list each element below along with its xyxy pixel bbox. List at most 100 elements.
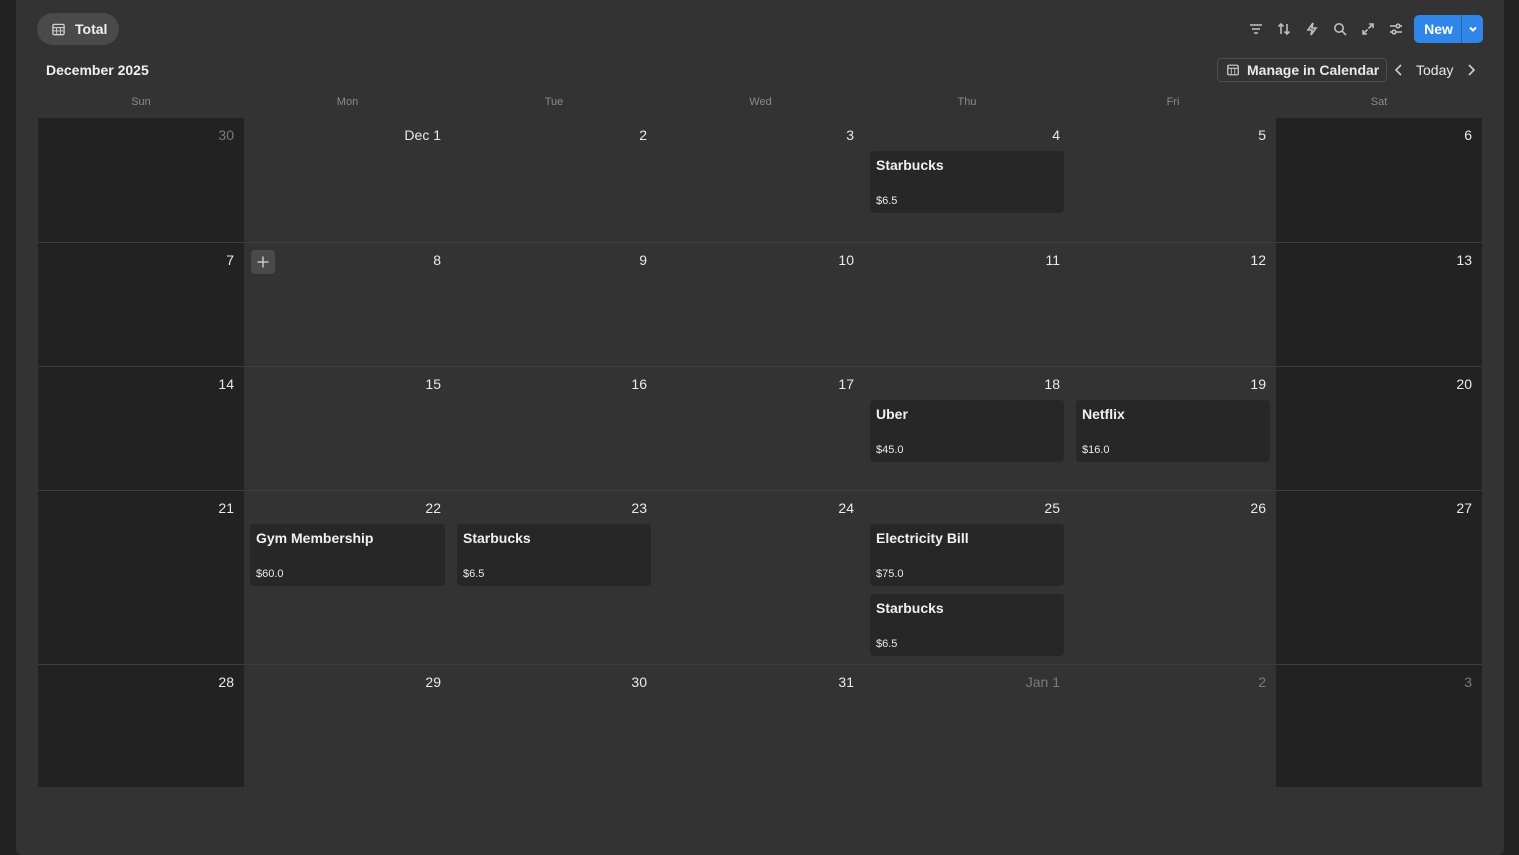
day-cell[interactable]: Jan 1 [864,664,1070,787]
event-name: Starbucks [876,157,944,173]
day-cell[interactable]: 3 [657,118,864,242]
day-number: 10 [838,252,854,268]
event-name: Starbucks [463,530,531,546]
table-icon [52,23,65,35]
new-button[interactable]: New [1414,15,1483,43]
day-number: 29 [425,674,441,690]
event-name: Gym Membership [256,530,374,546]
day-cell[interactable]: 17 [657,366,864,490]
event-card[interactable]: Electricity Bill $75.0 [870,524,1064,586]
day-cell[interactable]: Dec 1 [244,118,451,242]
day-cell[interactable]: 5 [1070,118,1276,242]
chevron-right-icon [1467,64,1475,76]
day-number: 21 [218,500,234,516]
new-dropdown-button[interactable] [1461,15,1483,43]
event-card[interactable]: Uber $45.0 [870,400,1064,462]
day-number: 2 [1258,674,1266,690]
day-cell[interactable]: 28 [38,664,244,787]
day-cell[interactable]: 4 Starbucks $6.5 [864,118,1070,242]
weekday-label: Wed [749,96,772,108]
day-cell[interactable]: 6 [1276,118,1482,242]
day-cell[interactable]: 29 [244,664,451,787]
event-name: Netflix [1082,406,1125,422]
day-cell[interactable]: 31 [657,664,864,787]
search-icon[interactable] [1333,20,1347,38]
day-cell[interactable]: 20 [1276,366,1482,490]
new-button-label[interactable]: New [1414,15,1461,43]
day-number: 15 [425,376,441,392]
previous-month-button[interactable] [1392,62,1404,78]
day-number: 6 [1464,127,1472,143]
event-amount: $45.0 [876,444,904,456]
day-cell[interactable]: 25 Electricity Bill $75.0 Starbucks $6.5 [864,490,1070,664]
view-tab-total[interactable]: Total [37,13,120,45]
day-cell[interactable]: 21 [38,490,244,664]
manage-in-calendar-button[interactable]: Manage in Calendar [1217,58,1388,82]
expand-icon[interactable] [1361,20,1375,38]
day-cell[interactable]: 30 [38,118,244,242]
day-cell[interactable]: 14 [38,366,244,490]
event-name: Electricity Bill [876,530,969,546]
event-card[interactable]: Gym Membership $60.0 [250,524,445,586]
toolbar [1249,20,1403,38]
event-card[interactable]: Netflix $16.0 [1076,400,1270,462]
event-amount: $6.5 [876,195,898,207]
day-cell[interactable]: 27 [1276,490,1482,664]
day-cell[interactable]: 22 Gym Membership $60.0 [244,490,451,664]
day-number: 2 [639,127,647,143]
manage-label: Manage in Calendar [1247,62,1380,78]
day-number: 14 [218,376,234,392]
day-cell[interactable]: 10 [657,242,864,366]
day-number: Jan 1 [1025,674,1060,690]
event-card[interactable]: Starbucks $6.5 [457,524,651,586]
day-cell[interactable]: 15 [244,366,451,490]
day-cell[interactable]: 9 [451,242,657,366]
day-cell[interactable]: 19 Netflix $16.0 [1070,366,1276,490]
sort-icon[interactable] [1277,20,1291,38]
view-tab-label: Total [75,21,108,37]
day-cell[interactable]: 26 [1070,490,1276,664]
day-number: 4 [1052,127,1060,143]
event-amount: $75.0 [876,568,904,580]
day-number: 16 [631,376,647,392]
event-card[interactable]: Starbucks $6.5 [870,594,1064,656]
day-cell[interactable]: 8 [244,242,451,366]
settings-icon[interactable] [1389,20,1403,38]
day-cell[interactable]: 16 [451,366,657,490]
lightning-icon[interactable] [1305,20,1319,38]
day-cell[interactable]: 30 [451,664,657,787]
day-number: 12 [1250,252,1266,268]
weekday-label: Thu [957,96,977,108]
day-number: 17 [838,376,854,392]
event-name: Uber [876,406,908,422]
day-number: 13 [1456,252,1472,268]
day-cell[interactable]: 3 [1276,664,1482,787]
add-event-button[interactable] [251,250,275,274]
day-number: 3 [1464,674,1472,690]
day-cell[interactable]: 11 [864,242,1070,366]
today-button[interactable]: Today [1416,62,1453,78]
day-number: 7 [226,252,234,268]
calendar-grid: 30 Dec 1 2 3 4 Starbucks $6.5 5 6 7 8 9 10 11 12 13 14 15… [38,118,1482,787]
event-name: Starbucks [876,600,944,616]
day-cell[interactable]: 24 [657,490,864,664]
day-number: 3 [846,127,854,143]
day-cell[interactable]: 13 [1276,242,1482,366]
day-cell[interactable]: 12 [1070,242,1276,366]
event-card[interactable]: Starbucks $6.5 [870,151,1064,213]
filter-icon[interactable] [1249,20,1263,38]
day-number: 28 [218,674,234,690]
plus-icon [257,256,269,268]
chevron-left-icon [1394,64,1402,76]
day-cell[interactable]: 7 [38,242,244,366]
weekday-label: Tue [544,96,564,108]
day-cell[interactable]: 18 Uber $45.0 [864,366,1070,490]
day-cell[interactable]: 2 [451,118,657,242]
day-cell[interactable]: 23 Starbucks $6.5 [451,490,657,664]
weekday-label: Sun [131,96,151,108]
event-amount: $60.0 [256,568,284,580]
event-amount: $16.0 [1082,444,1110,456]
day-cell[interactable]: 2 [1070,664,1276,787]
next-month-button[interactable] [1465,62,1477,78]
day-number: 19 [1250,376,1266,392]
